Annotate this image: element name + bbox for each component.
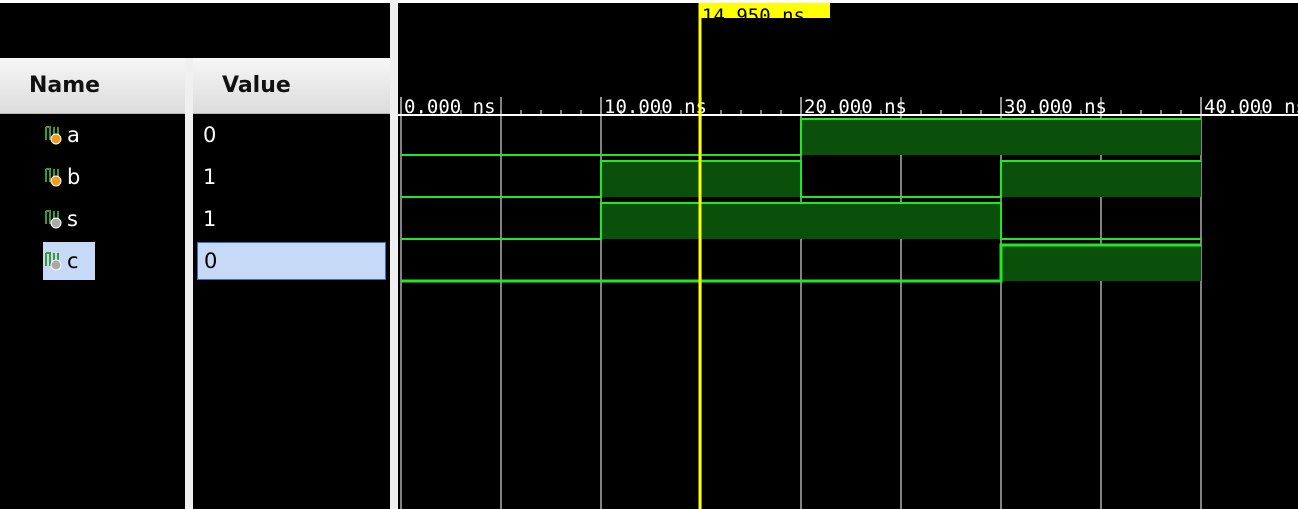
ruler-label: 10.000 ns: [604, 96, 707, 118]
signal-row-a[interactable]: a: [43, 116, 86, 154]
ruler-label: 30.000 ns: [1004, 96, 1107, 118]
signal-name: c: [67, 249, 79, 273]
value-column-header[interactable]: Value: [193, 58, 390, 114]
signal-row-c[interactable]: c: [43, 242, 95, 280]
column-splitter[interactable]: [185, 58, 193, 509]
signal-value-s[interactable]: 1: [197, 200, 386, 238]
cursor-time-label: 14.950 ns: [702, 5, 805, 27]
waveform-high-fill: [1001, 161, 1201, 197]
signal-icon: [45, 210, 62, 229]
ruler-label: 20.000 ns: [804, 96, 907, 118]
signal-row-s[interactable]: s: [43, 200, 84, 238]
signal-value-b[interactable]: 1: [197, 158, 386, 196]
signal-name: s: [67, 207, 78, 231]
name-column-header[interactable]: Name: [0, 58, 185, 114]
signal-value-c[interactable]: 0: [197, 242, 386, 280]
pane-splitter[interactable]: [390, 0, 398, 509]
signal-value-a[interactable]: 0: [197, 116, 386, 154]
ruler-label: 0.000 ns: [404, 96, 496, 118]
waveform-high-fill: [1001, 245, 1201, 281]
waveform-high-fill: [601, 203, 1001, 239]
signal-name: a: [67, 123, 80, 147]
waveform-high-fill: [801, 119, 1201, 155]
signal-name: b: [67, 165, 81, 189]
signal-icon: [45, 252, 62, 271]
signal-icon: [45, 126, 62, 145]
ruler-label: 40.000 ns: [1204, 96, 1298, 118]
waveform-top-border: [398, 0, 1298, 3]
signal-row-b[interactable]: b: [43, 158, 86, 196]
waveform-canvas[interactable]: 0.000 ns 10.000 ns 20.000 ns 30.000 ns 40.00…: [398, 0, 1298, 509]
signal-icon: [45, 168, 62, 187]
names-toolbar-area: [0, 3, 390, 58]
